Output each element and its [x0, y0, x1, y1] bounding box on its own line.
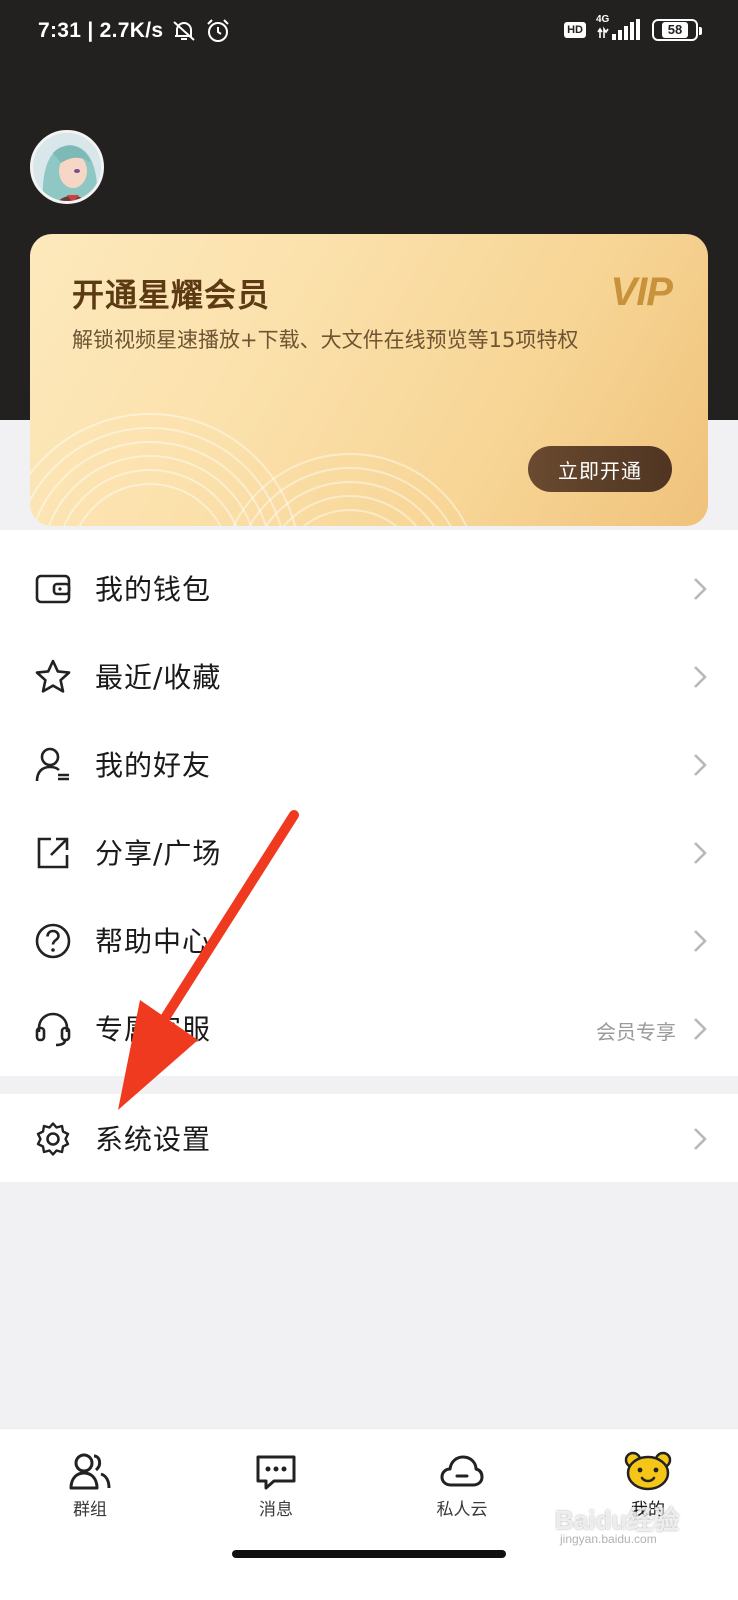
headset-icon	[35, 1012, 71, 1047]
share-icon	[37, 837, 69, 869]
alarm-icon	[205, 18, 231, 44]
menu-item-label: 我的钱包	[95, 573, 212, 606]
menu-item-friends[interactable]: 我的好友	[0, 720, 738, 810]
menu-item-label: 帮助中心	[95, 925, 212, 958]
status-time: 7:31 | 2.7K/s	[38, 19, 164, 42]
menu-list: 我的钱包 最近/收藏 我的好友 分享/广场 帮助中心 专属客服 会员专享	[0, 530, 738, 1076]
gear-icon	[36, 1122, 70, 1156]
bear-icon	[624, 1451, 672, 1491]
menu-item-help-center[interactable]: 帮助中心	[0, 896, 738, 986]
vip-title: 开通星耀会员	[72, 276, 271, 314]
chevron-right-icon	[694, 930, 707, 952]
wallet-icon	[35, 574, 71, 604]
tab-private-cloud[interactable]: 私人云	[402, 1451, 522, 1531]
star-icon	[35, 659, 71, 693]
status-bar: 7:31 | 2.7K/s HD 4G 58	[0, 0, 738, 64]
menu-item-label: 我的好友	[95, 749, 212, 782]
tab-group[interactable]: 群组	[30, 1451, 150, 1531]
menu-item-label: 系统设置	[95, 1123, 212, 1156]
signal-icon: 4G	[596, 14, 642, 42]
battery-level: 58	[661, 22, 689, 38]
menu-item-label: 最近/收藏	[95, 661, 222, 694]
friends-icon	[35, 747, 69, 782]
mute-icon	[171, 19, 197, 43]
cloud-icon	[440, 1455, 484, 1487]
chevron-right-icon	[694, 754, 707, 776]
watermark-url: jingyan.baidu.com	[560, 1532, 657, 1546]
tab-label: 消息	[259, 1500, 293, 1520]
battery-icon: 58	[652, 19, 702, 41]
chevron-right-icon	[694, 1128, 707, 1150]
menu-item-share-square[interactable]: 分享/广场	[0, 808, 738, 898]
vip-description: 解锁视频星速播放+下载、大文件在线预览等15项特权	[72, 328, 579, 352]
chevron-right-icon	[694, 578, 707, 600]
hd-badge: HD	[564, 22, 586, 38]
chevron-right-icon	[694, 842, 707, 864]
activate-vip-button[interactable]: 立即开通	[528, 446, 672, 492]
menu-item-label: 分享/广场	[95, 837, 222, 870]
tab-label: 私人云	[436, 1500, 488, 1520]
menu-item-wallet[interactable]: 我的钱包	[0, 544, 738, 634]
chevron-right-icon	[694, 666, 707, 688]
menu-item-system-settings[interactable]: 系统设置	[0, 1094, 738, 1182]
message-icon	[256, 1455, 296, 1490]
home-indicator[interactable]	[232, 1550, 506, 1558]
help-icon	[35, 923, 71, 959]
tab-messages[interactable]: 消息	[216, 1451, 336, 1531]
vip-logo: VIP	[610, 270, 673, 314]
tab-label: 群组	[73, 1500, 107, 1520]
member-only-badge: 会员专享	[596, 1020, 676, 1044]
chevron-right-icon	[694, 1018, 707, 1040]
menu-item-label: 专属客服	[95, 1013, 212, 1046]
vip-promo-card[interactable]: 开通星耀会员 VIP 解锁视频星速播放+下载、大文件在线预览等15项特权 立即开…	[30, 234, 708, 526]
menu-item-recent-favorites[interactable]: 最近/收藏	[0, 632, 738, 722]
avatar[interactable]	[30, 130, 104, 204]
menu-item-customer-service[interactable]: 专属客服 会员专享	[0, 984, 738, 1074]
group-icon	[69, 1453, 111, 1490]
